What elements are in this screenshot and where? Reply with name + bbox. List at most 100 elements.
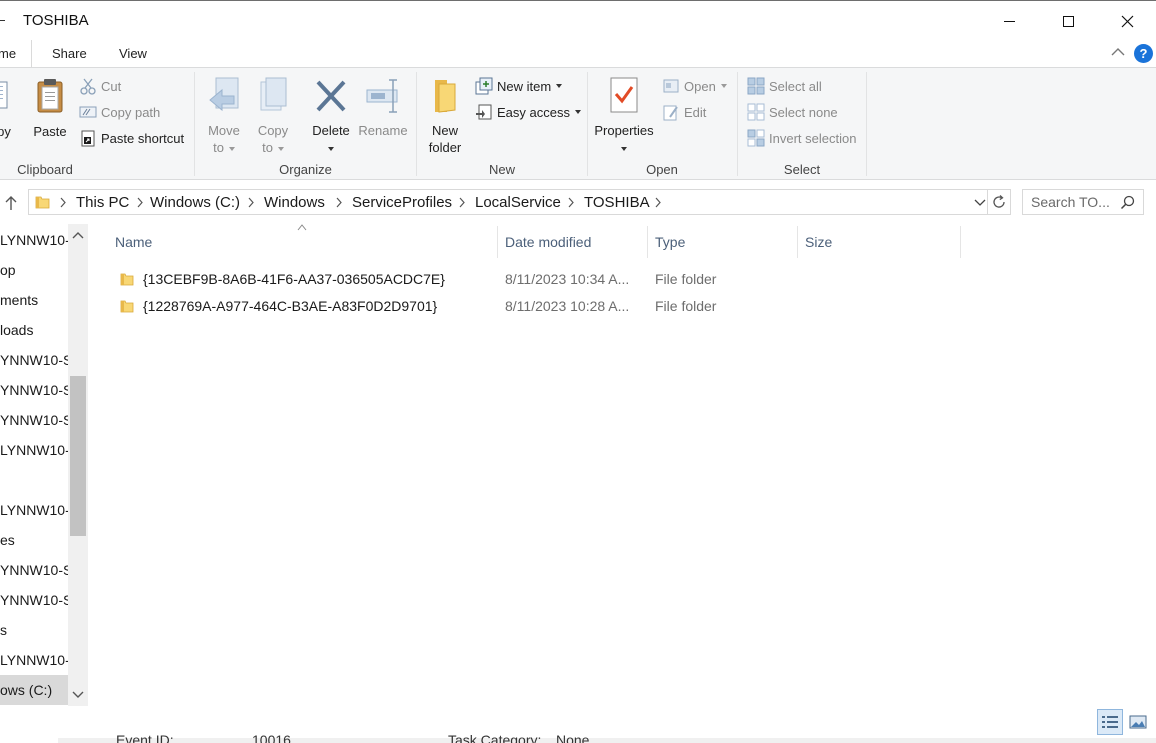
- nav-item[interactable]: YNNW10-S: [0, 375, 68, 405]
- column-header-date[interactable]: Date modified: [497, 226, 647, 258]
- move-to-button[interactable]: Move to: [203, 76, 245, 156]
- nav-item[interactable]: YNNW10-S: [0, 585, 68, 615]
- chevron-right-icon[interactable]: [59, 197, 67, 208]
- chevron-right-icon[interactable]: [458, 197, 466, 208]
- nav-item[interactable]: loads: [0, 315, 68, 345]
- nav-item[interactable]: YNNW10-S: [0, 405, 68, 435]
- chevron-right-icon[interactable]: [136, 197, 144, 208]
- nav-item[interactable]: LYNNW10-: [0, 645, 68, 675]
- column-header-name[interactable]: Name: [107, 226, 497, 258]
- delete-label: Delete: [312, 123, 350, 138]
- nav-item[interactable]: [0, 465, 68, 495]
- refresh-button[interactable]: [987, 189, 1011, 215]
- nav-item[interactable]: op: [0, 255, 68, 285]
- invert-selection-button[interactable]: Invert selection: [747, 127, 856, 149]
- crumb-localservice[interactable]: LocalService: [475, 194, 561, 211]
- title-bar: TOSHIBA: [0, 0, 1156, 40]
- folder-icon: [120, 300, 134, 313]
- crumb-this-pc[interactable]: This PC: [76, 194, 129, 211]
- details-view-icon: [1102, 716, 1118, 728]
- nav-item[interactable]: s: [0, 615, 68, 645]
- invert-selection-icon: [747, 129, 765, 147]
- close-icon: [1121, 15, 1133, 27]
- search-input[interactable]: [1031, 194, 1121, 210]
- move-to-label-2: to: [213, 140, 224, 155]
- scroll-thumb[interactable]: [70, 376, 86, 536]
- large-icons-view-button[interactable]: [1125, 709, 1151, 735]
- new-item-label: New item: [497, 78, 552, 94]
- list-item[interactable]: {13CEBF9B-8A6B-41F6-AA37-036505ACDC7E} 8…: [112, 266, 1012, 293]
- chevron-right-icon[interactable]: [567, 197, 575, 208]
- open-button[interactable]: Open: [662, 75, 727, 97]
- select-all-button[interactable]: Select all: [747, 75, 822, 97]
- invert-selection-label: Invert selection: [769, 130, 857, 146]
- new-item-button[interactable]: New item: [475, 75, 563, 97]
- new-folder-button[interactable]: New folder: [424, 76, 466, 156]
- new-item-icon: [475, 77, 493, 95]
- file-name: {13CEBF9B-8A6B-41F6-AA37-036505ACDC7E}: [143, 271, 445, 287]
- details-view-button[interactable]: [1097, 709, 1123, 735]
- up-arrow-icon[interactable]: [3, 195, 19, 211]
- chevron-right-icon[interactable]: [335, 197, 343, 208]
- scissors-icon: [80, 78, 96, 95]
- maximize-icon: [1062, 15, 1074, 27]
- copy-path-button[interactable]: Copy path: [79, 101, 160, 123]
- clipboard-group-label: Clipboard: [17, 162, 73, 177]
- nav-item[interactable]: YNNW10-S: [0, 345, 68, 375]
- properties-icon: [610, 77, 638, 113]
- nav-item[interactable]: LYNNW10-: [0, 435, 68, 465]
- column-header-type[interactable]: Type: [647, 226, 797, 258]
- nav-item-windows-c[interactable]: ows (C:): [0, 675, 68, 705]
- close-button[interactable]: [1098, 1, 1156, 41]
- nav-item[interactable]: LYNNW10-: [0, 225, 68, 255]
- tab-home[interactable]: me: [0, 40, 30, 68]
- easy-access-button[interactable]: Easy access: [475, 101, 581, 123]
- chevron-right-icon[interactable]: [654, 197, 662, 208]
- scroll-up-icon[interactable]: [72, 230, 84, 240]
- column-header-size[interactable]: Size: [797, 226, 960, 258]
- address-bar[interactable]: This PC Windows (C:) Windows ServiceProf…: [28, 189, 988, 215]
- nav-scrollbar[interactable]: [68, 224, 88, 706]
- copy-path-label: Copy path: [101, 104, 161, 120]
- list-item[interactable]: {1228769A-A977-464C-B3AE-A83F0D2D9701} 8…: [112, 293, 1012, 320]
- help-icon[interactable]: ?: [1134, 44, 1153, 63]
- open-label: Open: [684, 78, 716, 94]
- rename-button[interactable]: Rename: [358, 76, 408, 139]
- crumb-serviceprofiles[interactable]: ServiceProfiles: [352, 194, 452, 211]
- copy-button[interactable]: py: [0, 78, 16, 140]
- cut-button[interactable]: Cut: [79, 75, 121, 97]
- crumb-windows-c[interactable]: Windows (C:): [150, 194, 240, 211]
- move-to-icon: [209, 77, 239, 112]
- new-group-label: New: [488, 162, 515, 177]
- copy-to-label: Copy: [257, 123, 289, 138]
- cut-label: Cut: [101, 78, 122, 94]
- chevron-right-icon[interactable]: [247, 197, 255, 208]
- paste-shortcut-button[interactable]: Paste shortcut: [79, 127, 184, 149]
- paste-label: Paste: [33, 124, 67, 139]
- crumb-windows[interactable]: Windows: [264, 194, 325, 211]
- crumb-toshiba[interactable]: TOSHIBA: [584, 194, 650, 211]
- tab-view[interactable]: View: [119, 40, 147, 68]
- tab-share[interactable]: Share: [52, 40, 87, 68]
- maximize-button[interactable]: [1039, 1, 1097, 41]
- edit-button[interactable]: Edit: [662, 101, 706, 123]
- new-folder-icon: [435, 80, 456, 113]
- search-icon[interactable]: [1120, 195, 1135, 210]
- nav-item[interactable]: es: [0, 525, 68, 555]
- chevron-down-icon[interactable]: [974, 199, 986, 207]
- select-none-button[interactable]: Select none: [747, 101, 838, 123]
- nav-item[interactable]: LYNNW10-: [0, 495, 68, 525]
- copy-to-button[interactable]: Copy to: [252, 76, 294, 156]
- nav-item[interactable]: ments: [0, 285, 68, 315]
- minimize-button[interactable]: [980, 1, 1038, 41]
- nav-item[interactable]: YNNW10-S: [0, 555, 68, 585]
- paste-button[interactable]: Paste: [30, 78, 70, 140]
- search-box[interactable]: [1022, 189, 1144, 215]
- edit-icon: [663, 105, 678, 121]
- scroll-down-icon[interactable]: [72, 690, 84, 700]
- properties-button[interactable]: Properties: [592, 76, 656, 156]
- collapse-ribbon-icon[interactable]: [1111, 46, 1125, 58]
- delete-button[interactable]: Delete: [308, 76, 354, 156]
- organize-group-label: Organize: [279, 162, 332, 177]
- edit-label: Edit: [684, 104, 707, 120]
